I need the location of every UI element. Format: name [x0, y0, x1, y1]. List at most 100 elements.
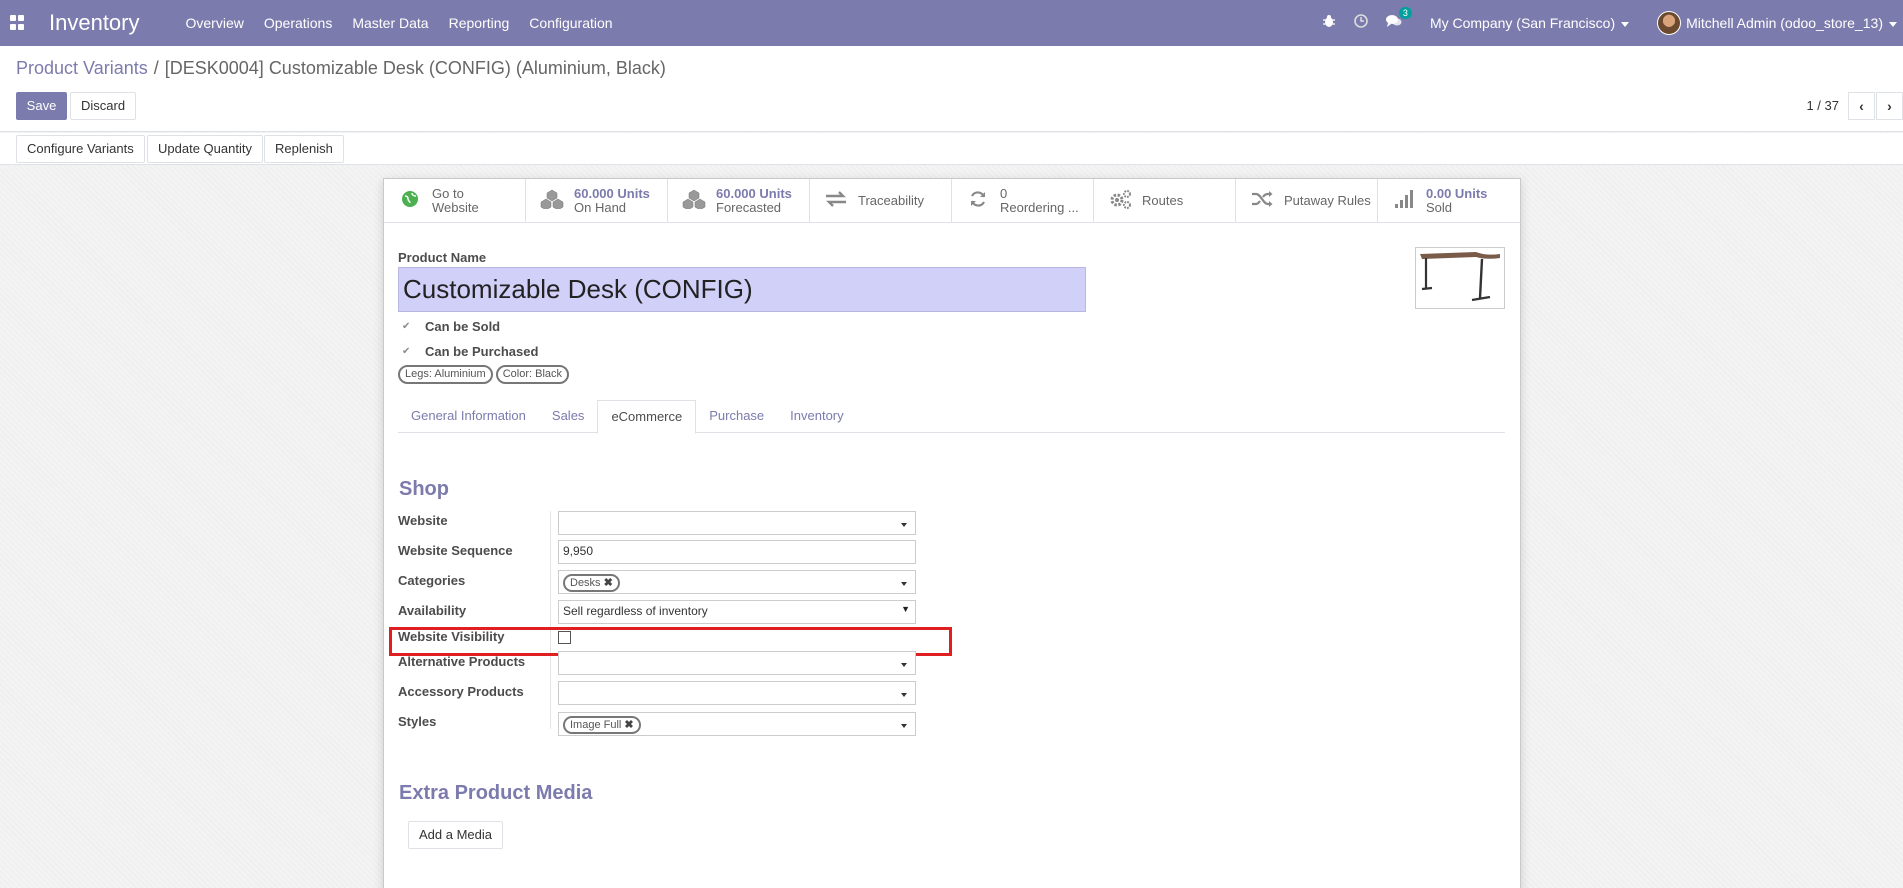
- tab-sales[interactable]: Sales: [539, 400, 598, 433]
- smart-label: Website: [432, 200, 479, 215]
- styles-label: Styles: [398, 714, 437, 729]
- smart-label: Putaway Rules: [1284, 193, 1371, 208]
- website-visibility-label: Website Visibility: [398, 629, 505, 644]
- cubes-icon: [540, 189, 564, 214]
- menu-overview[interactable]: Overview: [186, 15, 244, 31]
- putaway-rules-button[interactable]: Putaway Rules: [1236, 179, 1378, 223]
- checkmark-icon[interactable]: ✔: [402, 346, 414, 358]
- pager-value[interactable]: 1 / 37: [1806, 98, 1839, 113]
- reordering-button[interactable]: 0 Reordering ...: [952, 179, 1094, 223]
- cubes-icon: [682, 189, 706, 214]
- caret-down-icon: [901, 693, 907, 697]
- navbar-systray: 3 My Company (San Francisco) Mitchell Ad…: [1322, 0, 1903, 46]
- cogs-icon: [1108, 189, 1132, 214]
- update-quantity-button[interactable]: Update Quantity: [147, 135, 263, 163]
- statusbar-buttons: Configure Variants Update Quantity Reple…: [0, 133, 1903, 165]
- sold-value: 0.00 Units: [1426, 186, 1488, 201]
- attribute-tag: Color: Black: [495, 365, 570, 384]
- categories-field[interactable]: Desks ✖: [558, 570, 916, 594]
- can-be-purchased-label: Can be Purchased: [425, 344, 539, 359]
- discard-button[interactable]: Discard: [70, 92, 137, 120]
- styles-field[interactable]: Image Full ✖: [558, 712, 916, 736]
- menu-operations[interactable]: Operations: [264, 15, 332, 31]
- tab-general-information[interactable]: General Information: [398, 400, 539, 433]
- product-name-input[interactable]: Customizable Desk (CONFIG): [398, 267, 1086, 312]
- menu-reporting[interactable]: Reporting: [449, 15, 510, 31]
- category-tag: Desks ✖: [563, 574, 620, 592]
- tab-inventory[interactable]: Inventory: [777, 400, 856, 433]
- product-name-label: Product Name: [398, 250, 487, 265]
- replenish-button[interactable]: Replenish: [264, 135, 344, 163]
- category-tag-label: Desks: [570, 577, 601, 589]
- website-sequence-input[interactable]: 9,950: [558, 540, 916, 564]
- chevron-left-icon[interactable]: ‹: [1848, 92, 1875, 120]
- user-name: Mitchell Admin (odoo_store_13): [1686, 15, 1883, 31]
- remove-tag-icon[interactable]: ✖: [604, 577, 613, 589]
- availability-value: Sell regardless of inventory: [563, 604, 708, 618]
- configure-variants-button[interactable]: Configure Variants: [16, 135, 145, 163]
- sold-button[interactable]: 0.00 Units Sold: [1378, 179, 1520, 223]
- checkmark-icon[interactable]: ✔: [402, 321, 414, 333]
- availability-label: Availability: [398, 603, 467, 618]
- remove-tag-icon[interactable]: ✖: [624, 719, 633, 731]
- control-panel: Product Variants / [DESK0004] Customizable…: [0, 46, 1903, 132]
- top-navbar: Inventory Overview Operations Master Dat…: [0, 0, 1903, 46]
- style-tag-label: Image Full: [570, 719, 622, 731]
- traceability-button[interactable]: Traceability: [810, 179, 952, 223]
- smart-label: Reordering ...: [1000, 200, 1079, 215]
- messages-icon[interactable]: 3: [1385, 7, 1412, 32]
- smart-label: Forecasted: [716, 200, 782, 215]
- tab-purchase[interactable]: Purchase: [696, 400, 777, 433]
- alternative-products-field[interactable]: [558, 651, 916, 675]
- apps-menu-icon[interactable]: [10, 15, 26, 31]
- breadcrumb: Product Variants / [DESK0004] Customizable…: [16, 58, 666, 79]
- desk-image-icon: [1420, 252, 1500, 302]
- caret-down-icon: [901, 663, 907, 667]
- product-image[interactable]: [1415, 247, 1505, 309]
- website-sequence-label: Website Sequence: [398, 543, 513, 558]
- attribute-tags: Legs: Aluminium Color: Black: [398, 365, 570, 384]
- exchange-icon: [824, 190, 848, 212]
- user-menu[interactable]: Mitchell Admin (odoo_store_13): [1686, 15, 1897, 31]
- tab-ecommerce[interactable]: eCommerce: [597, 400, 697, 434]
- style-tag: Image Full ✖: [563, 716, 641, 734]
- random-icon: [1250, 190, 1274, 212]
- availability-select[interactable]: Sell regardless of inventory ▼: [558, 600, 916, 624]
- select-arrow-icon: ▼: [901, 604, 910, 614]
- on-hand-value: 60.000 Units: [574, 186, 650, 201]
- form-sheet: Go to Website 60.000 Units On Hand 60.000 …: [383, 178, 1521, 888]
- caret-down-icon: [901, 523, 907, 527]
- go-to-website-button[interactable]: Go to Website: [384, 179, 526, 223]
- breadcrumb-current: [DESK0004] Customizable Desk (CONFIG) (A…: [164, 58, 666, 78]
- bug-icon[interactable]: [1322, 14, 1336, 32]
- refresh-icon: [966, 190, 990, 213]
- routes-button[interactable]: Routes: [1094, 179, 1236, 223]
- accessory-products-field[interactable]: [558, 681, 916, 705]
- clock-icon[interactable]: [1354, 14, 1368, 32]
- smart-label: On Hand: [574, 200, 627, 215]
- extra-media-section-title: Extra Product Media: [399, 782, 593, 804]
- menu-master-data[interactable]: Master Data: [352, 15, 428, 31]
- smart-buttons-bar: Go to Website 60.000 Units On Hand 60.000 …: [384, 179, 1520, 223]
- on-hand-button[interactable]: 60.000 Units On Hand: [526, 179, 668, 223]
- chevron-right-icon[interactable]: ›: [1876, 92, 1903, 120]
- website-label: Website: [398, 513, 448, 528]
- can-be-sold-row[interactable]: ✔ Can be Sold: [402, 319, 500, 334]
- can-be-purchased-row[interactable]: ✔ Can be Purchased: [402, 344, 538, 359]
- website-select[interactable]: [558, 511, 916, 535]
- menu-configuration[interactable]: Configuration: [529, 15, 612, 31]
- signal-icon: [1392, 189, 1416, 213]
- caret-down-icon: [901, 724, 907, 728]
- smart-label: Sold: [1426, 200, 1453, 215]
- company-switcher[interactable]: My Company (San Francisco): [1430, 15, 1630, 31]
- forecasted-value: 60.000 Units: [716, 186, 792, 201]
- user-avatar[interactable]: [1657, 11, 1682, 35]
- forecasted-button[interactable]: 60.000 Units Forecasted: [668, 179, 810, 223]
- app-name[interactable]: Inventory: [49, 10, 140, 36]
- breadcrumb-parent-link[interactable]: Product Variants: [16, 58, 148, 78]
- website-visibility-checkbox[interactable]: [558, 631, 571, 644]
- caret-down-icon: [1621, 21, 1630, 27]
- smart-label: Go to: [432, 186, 464, 201]
- add-media-button[interactable]: Add a Media: [408, 821, 503, 849]
- save-button[interactable]: Save: [16, 92, 67, 120]
